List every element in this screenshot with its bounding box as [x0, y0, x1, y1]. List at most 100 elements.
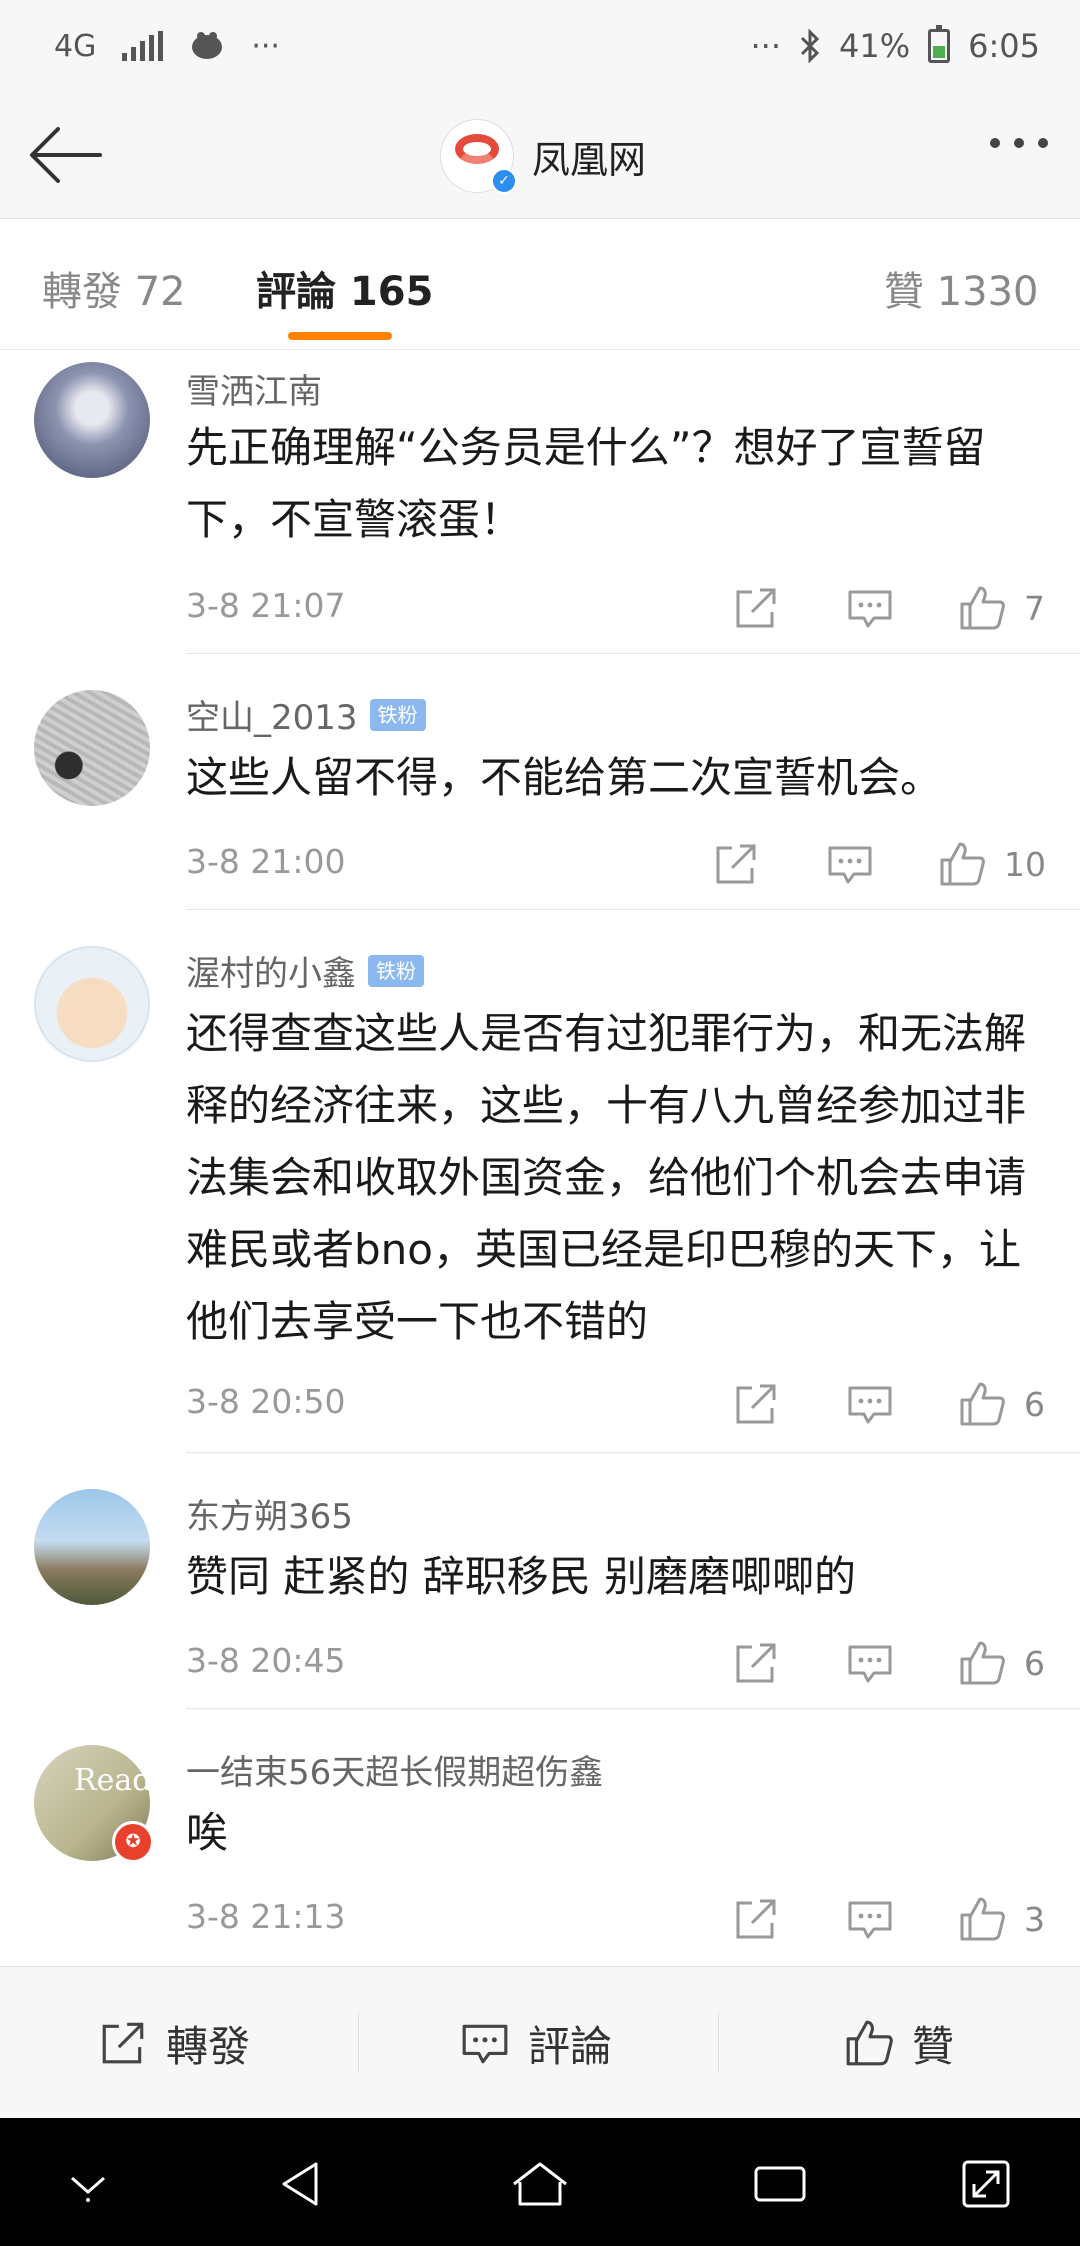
- reply-icon[interactable]: [846, 1380, 894, 1428]
- battery-percent: 41%: [839, 27, 911, 65]
- more-status: ···: [750, 27, 782, 65]
- comment-user[interactable]: 空山_2013 铁粉: [186, 690, 426, 739]
- active-tab-indicator: [288, 332, 392, 340]
- comment-meta: 3-8 21:00 10: [186, 834, 1080, 894]
- comment-text: 赞同 赶紧的 辞职移民 别磨磨唧唧的: [186, 1552, 857, 1601]
- avatar[interactable]: [34, 690, 150, 806]
- more-options-button[interactable]: [990, 138, 1048, 148]
- share-icon[interactable]: [732, 584, 780, 632]
- dot-icon: [990, 138, 1000, 148]
- network-indicator: 4G: [54, 28, 97, 64]
- reply-icon[interactable]: [846, 1895, 894, 1943]
- like-count: 10: [1004, 844, 1046, 884]
- divider: [186, 1708, 1080, 1709]
- bottom-action-bar: 轉發 評論 贊: [0, 1966, 1080, 2119]
- share-icon[interactable]: [732, 1380, 780, 1428]
- hide-keyboard-icon[interactable]: [58, 2154, 118, 2214]
- avatar[interactable]: [34, 1489, 150, 1605]
- avatar[interactable]: [34, 362, 150, 478]
- share-icon[interactable]: [712, 840, 760, 888]
- thumbs-up-icon: [960, 1641, 1005, 1685]
- comment-meta: 3-8 20:45 6: [186, 1633, 1080, 1693]
- like-button[interactable]: 7: [958, 582, 1045, 634]
- thumbs-up-icon: [846, 2020, 893, 2066]
- comment-text: 先正确理解“公务员是什么”？想好了宣誓留下，不宣警滚蛋！: [186, 423, 986, 544]
- comment-text: 这些人留不得，不能给第二次宣誓机会。: [186, 753, 943, 802]
- recent-apps-icon[interactable]: [750, 2154, 810, 2214]
- username: 东方朔365: [186, 1497, 353, 1537]
- comment-meta: 3-8 21:13 3: [186, 1889, 1080, 1949]
- comment-text: 还得查查这些人是否有过犯罪行为，和无法解释的经济往来，这些，十有八九曾经参加过非…: [186, 1009, 1027, 1346]
- avatar-text: Read: [74, 1763, 150, 1798]
- account-title[interactable]: ✓ 凤凰网: [440, 118, 646, 194]
- home-nav-icon[interactable]: [510, 2154, 570, 2214]
- verified-icon: ✓: [491, 168, 517, 194]
- comment-time: 3-8 20:50: [186, 1382, 346, 1421]
- comment-text: 唉: [186, 1808, 229, 1857]
- like-button[interactable]: 10: [938, 838, 1046, 890]
- comment-user[interactable]: 东方朔365: [186, 1489, 353, 1538]
- status-bar: 4G ··· ··· 41% 6:05: [0, 0, 1080, 92]
- reply-icon[interactable]: [846, 1639, 894, 1687]
- share-icon[interactable]: [732, 1639, 780, 1687]
- like-button[interactable]: 3: [958, 1893, 1045, 1945]
- username: 雪洒江南: [186, 372, 322, 412]
- comment-time: 3-8 21:00: [186, 842, 346, 881]
- fan-badge: 铁粉: [369, 698, 426, 731]
- share-icon[interactable]: [732, 1895, 780, 1943]
- clock: 6:05: [968, 27, 1040, 65]
- like-label: 贊: [912, 2021, 955, 2071]
- account-logo: ✓: [440, 119, 517, 194]
- app-bar: ✓ 凤凰网: [0, 92, 1080, 219]
- separator: [358, 2013, 359, 2073]
- comment-label: 評論: [528, 2021, 613, 2071]
- comment-meta: 3-8 20:50 6: [186, 1374, 1080, 1434]
- star-badge-icon: ✪: [112, 1821, 154, 1863]
- divider: [186, 909, 1080, 910]
- signal-icon: [122, 31, 164, 61]
- comment-user[interactable]: 渥村的小鑫 铁粉: [186, 946, 424, 995]
- username: 渥村的小鑫: [186, 954, 356, 994]
- reply-icon[interactable]: [826, 840, 874, 888]
- separator: [718, 2013, 719, 2073]
- like-action-button[interactable]: 贊: [844, 1967, 954, 2119]
- divider: [186, 653, 1080, 654]
- like-count: 6: [1024, 1643, 1045, 1683]
- username: 空山_2013: [186, 698, 358, 738]
- like-button[interactable]: 6: [958, 1637, 1045, 1689]
- dot-icon: [1038, 138, 1048, 148]
- comment-time: 3-8 20:45: [186, 1641, 346, 1680]
- comment-button[interactable]: 評論: [460, 1967, 612, 2119]
- comment-meta: 3-8 21:07 7: [186, 578, 1080, 638]
- account-name: 凤凰网: [532, 137, 647, 182]
- comment-user[interactable]: 雪洒江南: [186, 364, 322, 413]
- fullscreen-icon[interactable]: [956, 2154, 1016, 2214]
- divider: [186, 1452, 1080, 1453]
- like-count: 7: [1024, 588, 1045, 628]
- thumbs-up-icon: [940, 842, 985, 886]
- repost-button[interactable]: 轉發: [98, 1967, 250, 2119]
- thumbs-up-icon: [960, 1382, 1005, 1426]
- like-button[interactable]: 6: [958, 1378, 1045, 1430]
- share-icon: [102, 2022, 144, 2064]
- back-nav-icon[interactable]: [272, 2154, 332, 2214]
- tab-comments[interactable]: 評論 165: [256, 259, 433, 317]
- like-count: 3: [1024, 1899, 1045, 1939]
- reply-icon[interactable]: [846, 584, 894, 632]
- like-count: 6: [1024, 1384, 1045, 1424]
- comment-time: 3-8 21:07: [186, 586, 346, 625]
- tab-bar: 轉發 72 評論 165 贊 1330: [0, 219, 1080, 350]
- comment-user[interactable]: 一结束56天超长假期超伤鑫: [186, 1745, 603, 1794]
- comment-time: 3-8 21:13: [186, 1897, 346, 1936]
- avatar[interactable]: Read ✪: [34, 1745, 154, 1863]
- phoenix-logo-icon: [455, 134, 499, 164]
- dot-icon: [1014, 138, 1024, 148]
- fan-badge: 铁粉: [368, 954, 424, 987]
- back-button[interactable]: [26, 117, 106, 193]
- more-notifications: ···: [251, 28, 280, 64]
- avatar[interactable]: [34, 946, 150, 1062]
- comment-icon: [462, 2024, 508, 2064]
- thumbs-up-icon: [960, 586, 1005, 630]
- tab-repost[interactable]: 轉發 72: [42, 259, 186, 317]
- tab-likes[interactable]: 贊 1330: [884, 259, 1039, 317]
